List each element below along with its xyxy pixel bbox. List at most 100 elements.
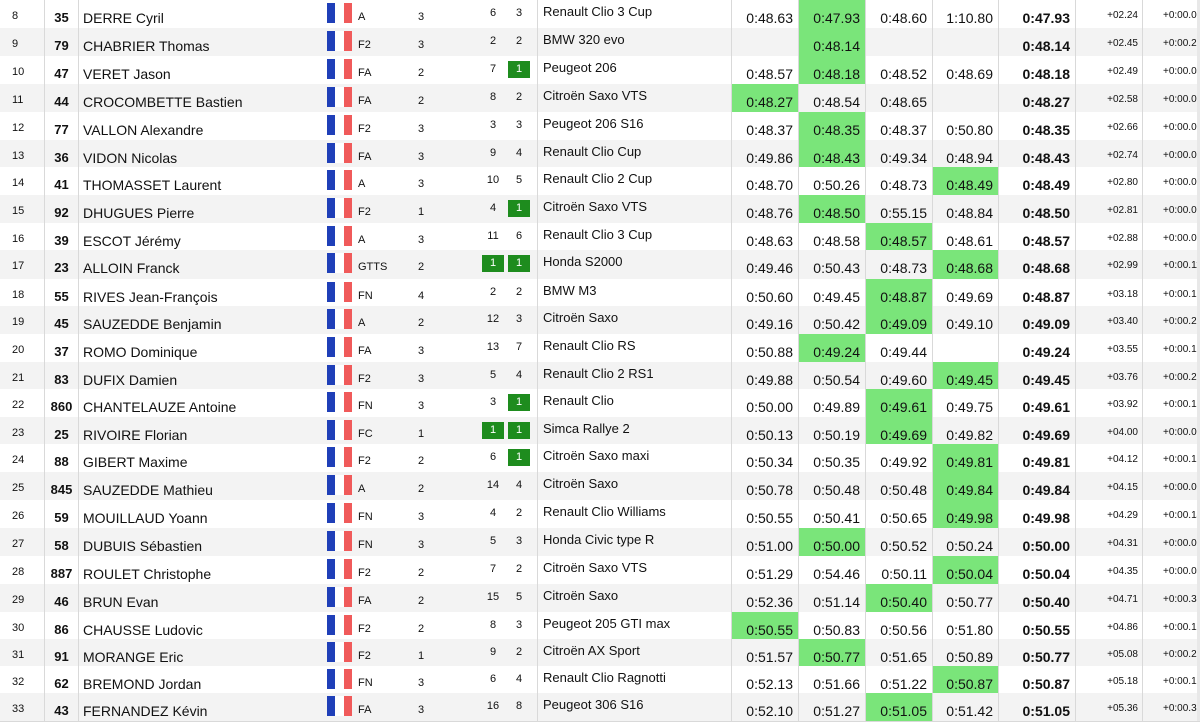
car-number-cell: 45 [44,306,78,334]
run-3-time-cell: 0:48.52 [865,56,932,84]
class-cell: F2 [358,123,371,135]
group-rank-badge: 7 [515,341,523,353]
group-cell: 3 [418,539,425,551]
run-2-time-cell: 0:48.54 [798,84,865,112]
gap-to-previous-cell: +0:00.01 [1142,195,1200,223]
position-cell: 23 [12,427,25,439]
run-3-time-cell: 0:55.15 [865,195,932,223]
table-row[interactable]: 28 887 ROULET Christophe F2 2 7 2 Citroën Saxo … [0,556,1200,585]
run-2-time-cell: 0:51.14 [798,584,865,612]
gap-to-previous-cell: +0:00.09 [1142,84,1200,112]
driver-name-cell: MOUILLAUD Yoann [78,500,321,528]
run-2-time-cell: 0:50.48 [798,472,865,500]
run-1-time-cell: 0:48.70 [731,167,798,195]
rank-badges: 11 [482,417,534,444]
best-time-cell: 0:50.77 [998,639,1075,666]
car-model-cell: Renault Clio Williams [537,500,731,528]
table-row[interactable]: 16 39 ESCOT Jérémy A 3 11 6 Renault Clio 3 Cup 0… [0,223,1200,251]
group-rank-badge: 3 [515,7,523,19]
gap-to-leader-cell: +03.55 [1075,334,1142,362]
best-time-cell: 0:48.14 [998,28,1075,56]
position-cell: 26 [12,510,25,522]
position-cell: 18 [12,289,25,301]
table-row[interactable]: 33 43 FERNANDEZ Kévin FA 3 16 8 Peugeot 306 S16… [0,693,1200,722]
table-row[interactable]: 25 845 SAUZEDDE Mathieu A 2 14 4 Citroën Saxo 0:… [0,472,1200,501]
run-2-time-cell: 0:54.46 [798,556,865,584]
run-3-time-cell: 0:48.65 [865,84,932,112]
run-4-time-cell: 0:49.81 [932,444,998,472]
group-rank-badge: 2 [515,286,523,298]
group-cell: 3 [418,11,425,23]
group-cell: 3 [418,39,425,51]
run-4-time-cell: 0:49.84 [932,472,998,500]
driver-name-cell: ALLOIN Franck [78,250,321,279]
table-row[interactable]: 14 41 THOMASSET Laurent A 3 10 5 Renault Clio 2… [0,167,1200,196]
run-4-time-cell: 0:49.10 [932,306,998,334]
table-row[interactable]: 10 47 VERET Jason FA 2 7 1 Peugeot 206 0:48.57 0:… [0,56,1200,85]
gap-to-leader-cell: +02.81 [1075,195,1142,223]
gap-to-leader-cell: +04.31 [1075,528,1142,556]
group-cell: 3 [418,123,425,135]
table-row[interactable]: 13 36 VIDON Nicolas FA 3 9 4 Renault Clio Cup 0:… [0,140,1200,168]
gap-to-leader-cell: +03.92 [1075,389,1142,417]
table-row[interactable]: 18 55 RIVES Jean-François FN 4 2 2 BMW M3 0:50.6… [0,279,1200,307]
run-1-time-cell: 0:51.57 [731,639,798,666]
table-row[interactable]: 9 79 CHABRIER Thomas F2 3 2 2 BMW 320 evo 0:48.1… [0,28,1200,57]
table-row[interactable]: 11 44 CROCOMBETTE Bastien FA 2 8 2 Citroën Saxo… [0,84,1200,113]
table-row[interactable]: 32 62 BREMOND Jordan FN 3 6 4 Renault Clio Ragn… [0,666,1200,694]
class-rank-badge: 5 [489,535,497,547]
group-rank-badge: 1 [508,61,530,78]
table-row[interactable]: 20 37 ROMO Dominique FA 3 13 7 Renault Clio RS 0… [0,334,1200,363]
table-row[interactable]: 19 45 SAUZEDDE Benjamin A 2 12 3 Citroën Saxo 0:… [0,306,1200,335]
run-1-time-cell: 0:49.88 [731,362,798,389]
class-rank-badge: 7 [489,563,497,575]
run-3-time-cell: 0:50.65 [865,500,932,528]
table-row[interactable]: 17 23 ALLOIN Franck GTTS 2 1 1 Honda S2000 0:49.… [0,250,1200,280]
group-rank-badge: 2 [515,91,523,103]
run-4-time-cell: 0:49.98 [932,500,998,528]
gap-to-leader-cell: +05.18 [1075,666,1142,693]
class-cell: F2 [358,373,371,385]
france-flag-icon [327,3,352,23]
france-flag-icon [327,696,352,716]
table-row[interactable]: 26 59 MOUILLAUD Yoann FN 3 4 2 Renault Clio Wil… [0,500,1200,529]
rank-badges: 92 [482,639,534,666]
car-number-cell: 47 [44,56,78,84]
group-rank-badge: 5 [515,174,523,186]
car-number-cell: 845 [44,472,78,500]
table-row[interactable]: 30 86 CHAUSSE Ludovic F2 2 8 3 Peugeot 205 GTI … [0,612,1200,640]
gap-to-leader-cell: +04.15 [1075,472,1142,500]
car-model-cell: Citroën AX Sport [537,639,731,666]
class-cell: F2 [358,623,371,635]
position-cell: 32 [12,676,25,688]
run-2-time-cell: 0:50.42 [798,306,865,334]
table-row[interactable]: 23 25 RIVOIRE Florian FC 1 1 1 Simca Rallye 2 0:… [0,417,1200,445]
gap-to-previous-cell: +0:00.03 [1142,472,1200,500]
table-row[interactable]: 29 46 BRUN Evan FA 2 15 5 Citroën Saxo 0:52.36 0:… [0,584,1200,613]
table-row[interactable]: 31 91 MORANGE Eric F2 1 9 2 Citroën AX Sport 0:5… [0,639,1200,667]
gap-to-previous-cell: +0:00.04 [1142,56,1200,84]
rank-badges: 33 [482,112,534,140]
table-row[interactable]: 22 860 CHANTELAUZE Antoine FN 3 3 1 Renault Cli… [0,389,1200,418]
class-rank-badge: 6 [489,451,497,463]
gap-to-previous-cell: +0:00.11 [1142,250,1200,279]
group-cell: 3 [418,345,425,357]
table-row[interactable]: 27 58 DUBUIS Sébastien FN 3 5 3 Honda Civic typ… [0,528,1200,557]
gap-to-previous-cell: +0:00.21 [1142,362,1200,389]
driver-name-cell: DHUGUES Pierre [78,195,321,223]
group-cell: 3 [418,234,425,246]
gap-to-previous-cell: +0:00.21 [1142,28,1200,56]
table-row[interactable]: 24 88 GIBERT Maxime F2 2 6 1 Citroën Saxo maxi 0… [0,444,1200,473]
best-time-cell: 0:48.49 [998,167,1075,195]
france-flag-icon [327,31,352,51]
table-row[interactable]: 15 92 DHUGUES Pierre F2 1 4 1 Citroën Saxo VTS 0… [0,195,1200,224]
table-row[interactable]: 8 35 DERRE Cyril A 3 6 3 Renault Clio 3 Cup 0:48… [0,0,1200,29]
table-row[interactable]: 21 83 DUFIX Damien F2 3 5 4 Renault Clio 2 RS1 0… [0,362,1200,390]
run-4-time-cell: 0:48.61 [932,223,998,250]
table-row[interactable]: 12 77 VALLON Alexandre F2 3 3 3 Peugeot 206 S16… [0,112,1200,141]
car-model-cell: Citroën Saxo VTS [537,195,731,223]
gap-to-leader-cell: +04.86 [1075,612,1142,639]
run-1-time-cell: 0:51.29 [731,556,798,584]
car-number-cell: 887 [44,556,78,584]
position-cell: 22 [12,399,25,411]
